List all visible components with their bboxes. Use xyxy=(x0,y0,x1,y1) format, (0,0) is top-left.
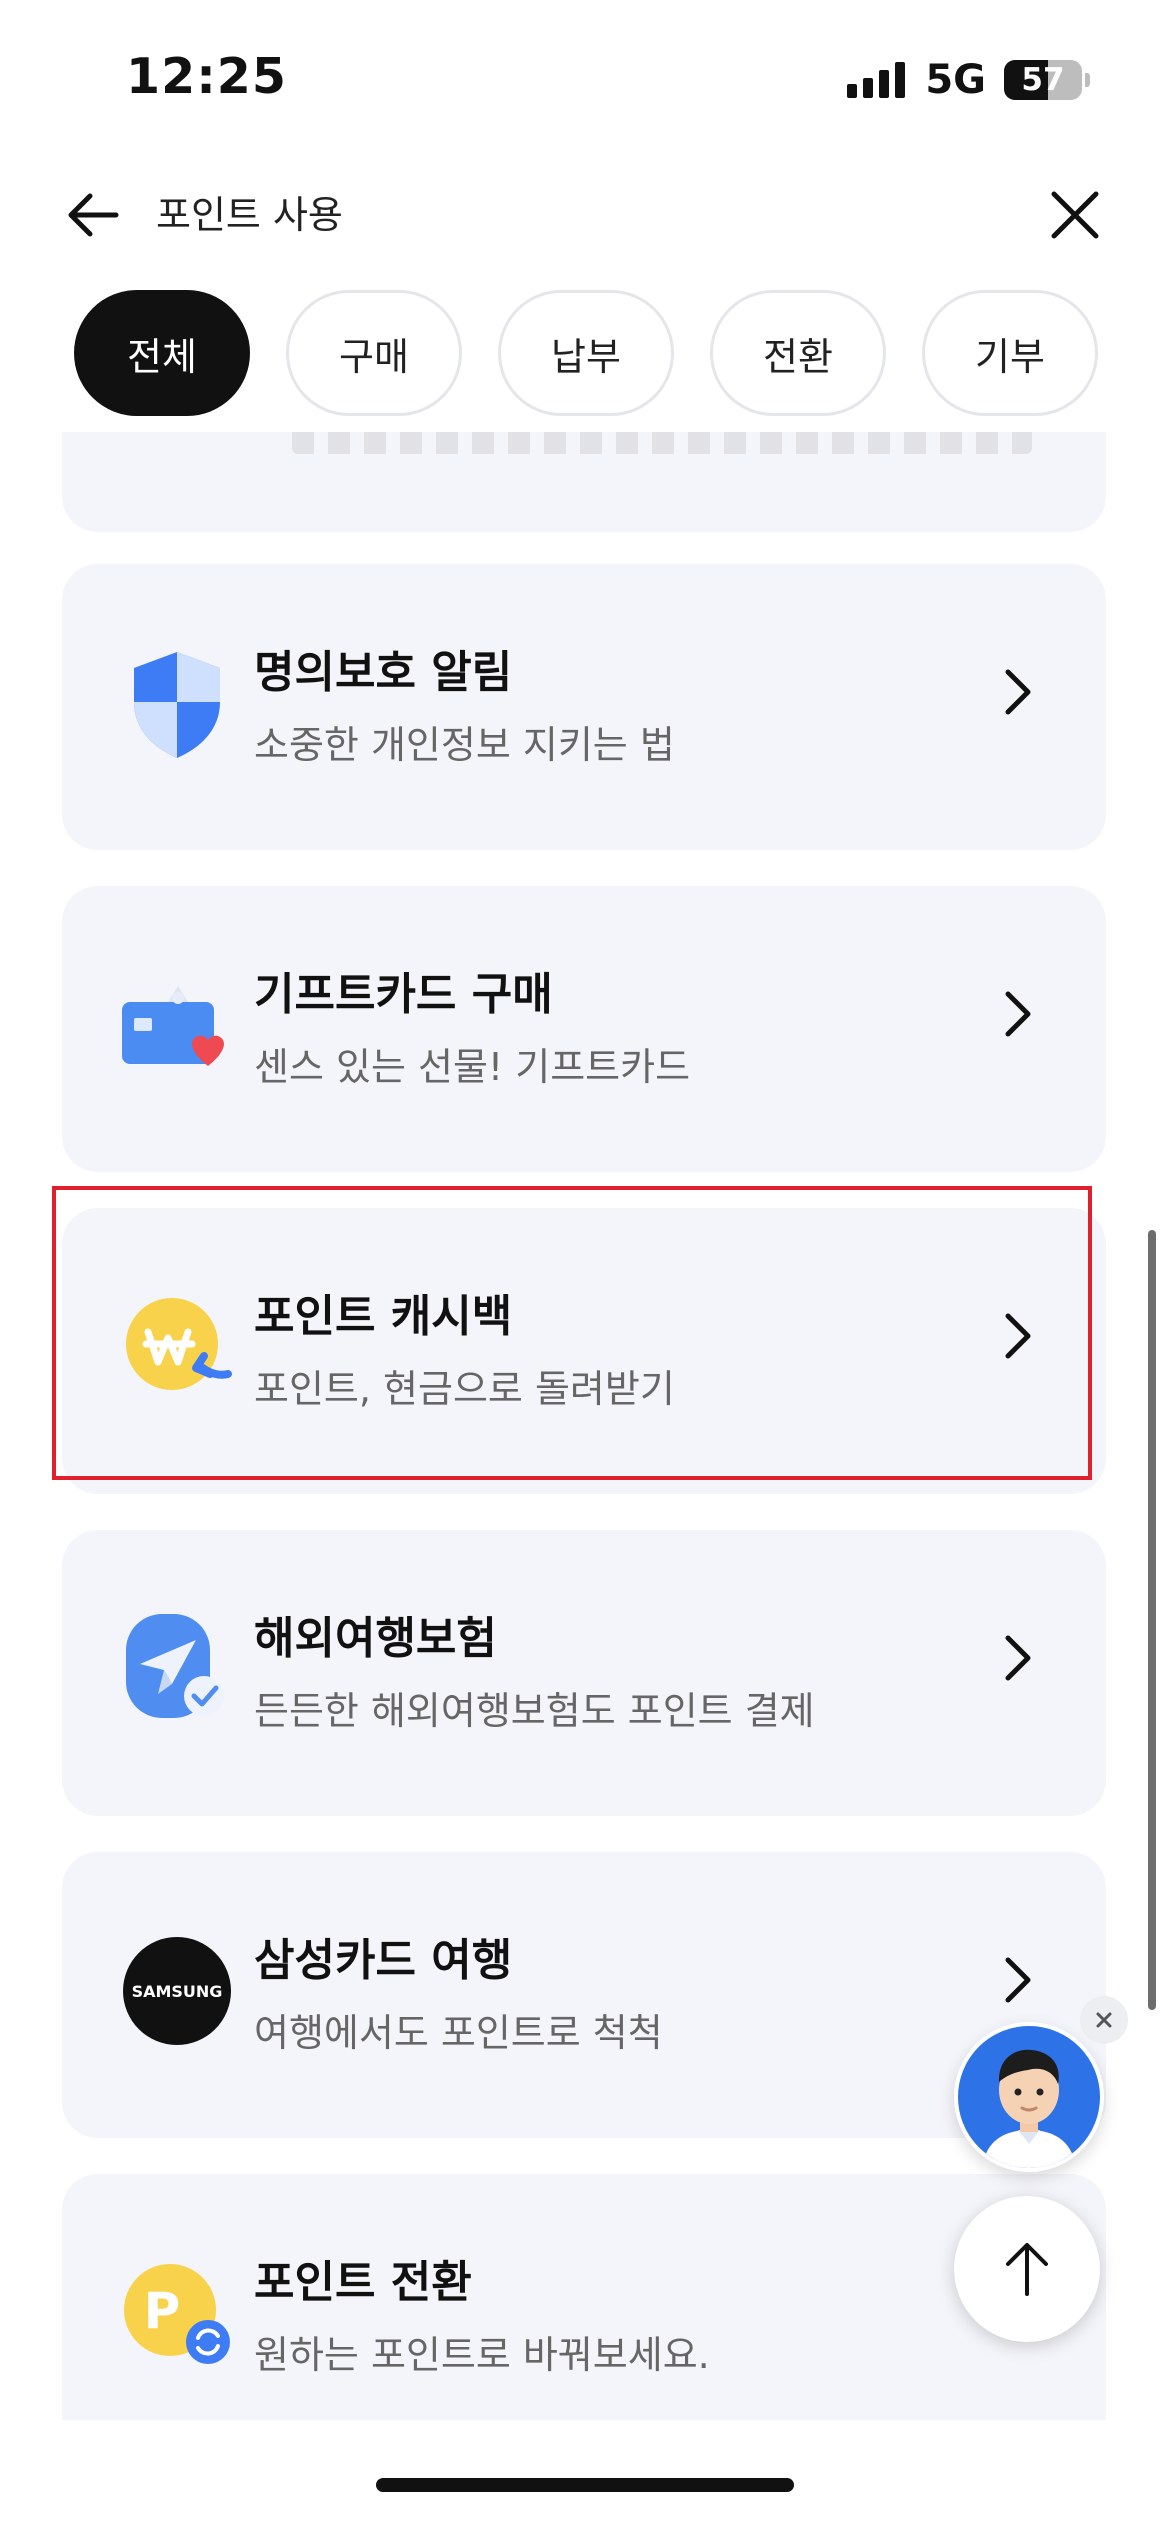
status-indicators: 5G 57 xyxy=(847,56,1090,104)
chatbot-close-button[interactable] xyxy=(1080,1996,1128,2044)
list-item-gift-card[interactable]: 기프트카드 구매 센스 있는 선물! 기프트카드 xyxy=(62,886,1106,1172)
point-exchange-icon: P xyxy=(124,2264,230,2364)
close-button[interactable] xyxy=(1038,178,1112,252)
samsung-logo-icon: SAMSUNG xyxy=(123,1937,231,2045)
partial-card[interactable] xyxy=(62,432,1106,532)
tab-payment[interactable]: 납부 xyxy=(498,290,674,416)
item-title: 삼성카드 여행 xyxy=(254,1935,513,1986)
close-icon xyxy=(1096,2012,1112,2028)
chevron-right-icon xyxy=(1005,1635,1031,1681)
chevron-right-icon xyxy=(1005,991,1031,1037)
list-item-samsung-travel[interactable]: SAMSUNG 삼성카드 여행 여행에서도 포인트로 척척 xyxy=(62,1852,1106,2138)
svg-text:P: P xyxy=(144,2282,181,2340)
battery-icon: 57 xyxy=(1004,60,1082,100)
arrow-up-icon xyxy=(1006,2243,1048,2296)
home-indicator xyxy=(376,2478,794,2492)
gift-card-icon xyxy=(122,986,224,1066)
avatar-icon xyxy=(982,2049,1076,2168)
chatbot-avatar-button[interactable] xyxy=(954,2022,1104,2172)
item-subtitle: 여행에서도 포인트로 척척 xyxy=(254,2011,663,2055)
chevron-right-icon xyxy=(1005,669,1031,715)
travel-insurance-icon xyxy=(126,1614,224,1718)
item-subtitle: 센스 있는 선물! 기프트카드 xyxy=(254,1045,691,1089)
status-time: 12:25 xyxy=(126,48,287,105)
item-subtitle: 든든한 해외여행보험도 포인트 결제 xyxy=(254,1689,815,1733)
signal-icon xyxy=(847,62,906,98)
battery-level: 57 xyxy=(1021,62,1065,98)
back-button[interactable] xyxy=(60,180,130,250)
page-title: 포인트 사용 xyxy=(156,193,343,237)
chevron-right-icon xyxy=(1005,1957,1031,2003)
scrollbar[interactable] xyxy=(1148,1230,1156,2010)
top-bar: 포인트 사용 xyxy=(0,160,1170,270)
item-title: 명의보호 알림 xyxy=(254,647,513,698)
tab-donation[interactable]: 기부 xyxy=(922,290,1098,416)
scroll-to-top-button[interactable] xyxy=(954,2196,1100,2342)
list-item-identity-protection[interactable]: 명의보호 알림 소중한 개인정보 지키는 법 xyxy=(62,564,1106,850)
item-title: 해외여행보험 xyxy=(254,1613,497,1664)
tab-exchange[interactable]: 전환 xyxy=(710,290,886,416)
shield-icon xyxy=(134,652,220,758)
close-icon xyxy=(1051,191,1099,239)
list-item-travel-insurance[interactable]: 해외여행보험 든든한 해외여행보험도 포인트 결제 xyxy=(62,1530,1106,1816)
tab-all[interactable]: 전체 xyxy=(74,290,250,416)
svg-text:SAMSUNG: SAMSUNG xyxy=(132,1982,223,2001)
item-subtitle: 원하는 포인트로 바꿔보세요. xyxy=(254,2333,710,2377)
item-title: 기프트카드 구매 xyxy=(254,969,553,1020)
filter-tabs: 전체 구매 납부 전환 기부 xyxy=(74,290,1098,416)
item-subtitle: 소중한 개인정보 지키는 법 xyxy=(254,723,675,767)
network-label: 5G xyxy=(925,57,986,103)
highlight-box xyxy=(52,1186,1092,1480)
tab-purchase[interactable]: 구매 xyxy=(286,290,462,416)
list-item-point-exchange[interactable]: P 포인트 전환 원하는 포인트로 바꿔보세요. xyxy=(62,2174,1106,2420)
item-title: 포인트 전환 xyxy=(254,2257,472,2308)
arrow-left-icon xyxy=(68,193,119,237)
